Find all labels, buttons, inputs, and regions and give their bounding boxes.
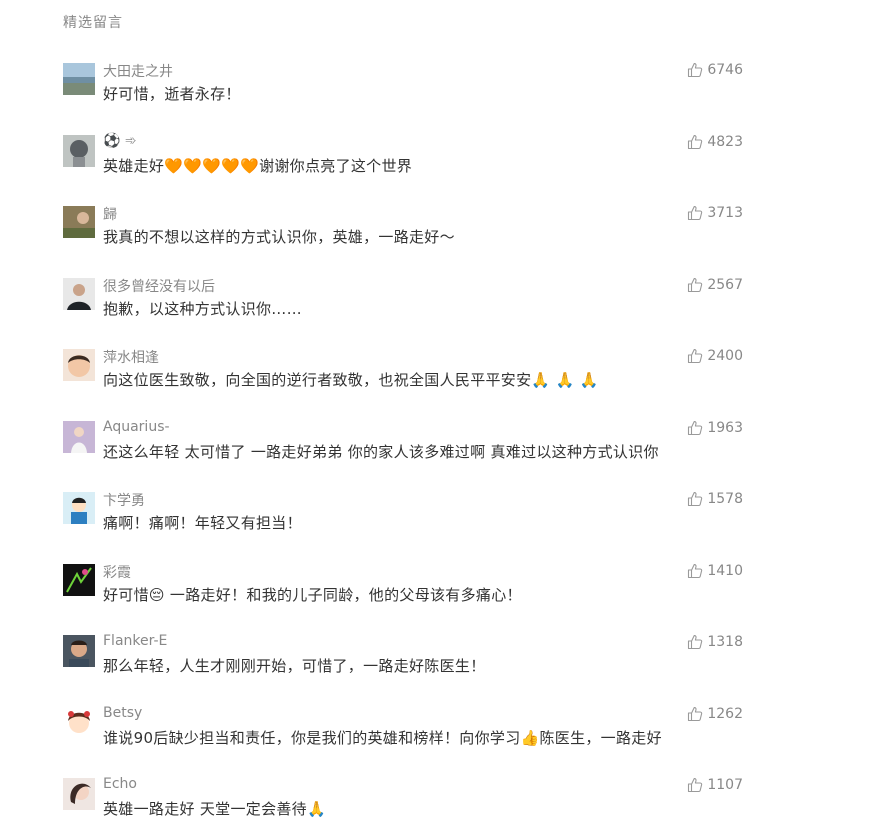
comment-item: 很多曾经没有以后 抱歉，以这种方式认识你…… 2567 xyxy=(63,276,743,336)
avatar[interactable] xyxy=(63,778,95,810)
comment-text: 那么年轻，人生才刚刚开始，可惜了，一路走好陈医生！ xyxy=(103,657,486,675)
like-count: 1963 xyxy=(707,420,743,436)
comment-text: 抱歉，以这种方式认识你…… xyxy=(103,300,302,318)
section-title: 精选留言 xyxy=(63,15,123,31)
avatar[interactable] xyxy=(63,206,95,238)
thumbs-up-icon xyxy=(687,491,703,507)
like-button[interactable]: 1578 xyxy=(687,490,743,508)
thumbs-up-icon xyxy=(687,348,703,364)
like-count: 1107 xyxy=(707,777,743,793)
like-button[interactable]: 6746 xyxy=(687,61,743,79)
like-button[interactable]: 1410 xyxy=(687,562,743,580)
comment-nickname[interactable]: 卞学勇 xyxy=(103,490,145,510)
avatar[interactable] xyxy=(63,278,95,310)
comment-text: 还这么年轻 太可惜了 一路走好弟弟 你的家人该多难过啊 真难过以这种方式认识你 xyxy=(103,443,659,461)
comment-nickname[interactable]: Betsy xyxy=(103,705,142,721)
comment-item: 歸 我真的不想以这样的方式认识你，英雄，一路走好～ 3713 xyxy=(63,204,743,264)
like-button[interactable]: 1262 xyxy=(687,705,743,723)
like-count: 4823 xyxy=(707,134,743,150)
like-count: 1410 xyxy=(707,563,743,579)
like-count: 2400 xyxy=(707,348,743,364)
like-button[interactable]: 1963 xyxy=(687,419,743,437)
like-button[interactable]: 1107 xyxy=(687,776,743,794)
comment-text: 痛啊！痛啊！年轻又有担当！ xyxy=(103,514,302,532)
comment-item: Flanker-E 那么年轻，人生才刚刚开始，可惜了，一路走好陈医生！ 1318 xyxy=(63,633,743,693)
thumbs-up-icon xyxy=(687,563,703,579)
thumbs-up-icon xyxy=(687,134,703,150)
comment-text: 谁说90后缺少担当和责任，你是我们的英雄和榜样！向你学习👍陈医生，一路走好 xyxy=(103,729,662,747)
avatar[interactable] xyxy=(63,564,95,596)
avatar[interactable] xyxy=(63,635,95,667)
comment-text: 好可惜，逝者永存！ xyxy=(103,85,241,103)
comment-nickname[interactable]: 萍水相逢 xyxy=(103,347,159,367)
comment-text: 英雄走好🧡🧡🧡🧡🧡谢谢你点亮了这个世界 xyxy=(103,157,413,175)
comment-text: 英雄一路走好 天堂一定会善待🙏 xyxy=(103,800,326,818)
like-count: 1262 xyxy=(707,706,743,722)
like-button[interactable]: 1318 xyxy=(687,633,743,651)
like-count: 2567 xyxy=(707,277,743,293)
comment-item: Betsy 谁说90后缺少担当和责任，你是我们的英雄和榜样！向你学习👍陈医生，一… xyxy=(63,705,743,765)
avatar[interactable] xyxy=(63,492,95,524)
comment-item: 彩霞 好可惜😔 一路走好！和我的儿子同龄，他的父母该有多痛心！ 1410 xyxy=(63,562,743,622)
thumbs-up-icon xyxy=(687,205,703,221)
comment-item: Aquarius- 还这么年轻 太可惜了 一路走好弟弟 你的家人该多难过啊 真难… xyxy=(63,419,743,479)
comment-item: Echo 英雄一路走好 天堂一定会善待🙏 1107 xyxy=(63,776,743,836)
comment-nickname[interactable]: 彩霞 xyxy=(103,562,131,582)
comment-nickname[interactable]: 歸 xyxy=(103,204,117,224)
avatar[interactable] xyxy=(63,707,95,739)
comment-text: 向这位医生致敬，向全国的逆行者致敬，也祝全国人民平平安安🙏 🙏 🙏 xyxy=(103,371,599,389)
comment-nickname[interactable]: ⚽ ➾ xyxy=(103,133,137,149)
thumbs-up-icon xyxy=(687,277,703,293)
comment-nickname[interactable]: Flanker-E xyxy=(103,633,167,649)
thumbs-up-icon xyxy=(687,420,703,436)
like-count: 6746 xyxy=(707,62,743,78)
comment-nickname[interactable]: 很多曾经没有以后 xyxy=(103,276,215,296)
comment-text: 我真的不想以这样的方式认识你，英雄，一路走好～ xyxy=(103,228,455,246)
comment-text: 好可惜😔 一路走好！和我的儿子同龄，他的父母该有多痛心！ xyxy=(103,586,522,604)
comment-nickname[interactable]: Aquarius- xyxy=(103,419,170,435)
thumbs-up-icon xyxy=(687,634,703,650)
like-button[interactable]: 2400 xyxy=(687,347,743,365)
avatar[interactable] xyxy=(63,63,95,95)
avatar[interactable] xyxy=(63,421,95,453)
comment-item: ⚽ ➾ 英雄走好🧡🧡🧡🧡🧡谢谢你点亮了这个世界 4823 xyxy=(63,133,743,193)
comment-nickname[interactable]: 大田走之井 xyxy=(103,61,173,81)
like-button[interactable]: 3713 xyxy=(687,204,743,222)
thumbs-up-icon xyxy=(687,777,703,793)
comment-item: 卞学勇 痛啊！痛啊！年轻又有担当！ 1578 xyxy=(63,490,743,550)
like-count: 1318 xyxy=(707,634,743,650)
avatar[interactable] xyxy=(63,135,95,167)
like-count: 3713 xyxy=(707,205,743,221)
like-button[interactable]: 4823 xyxy=(687,133,743,151)
thumbs-up-icon xyxy=(687,62,703,78)
avatar[interactable] xyxy=(63,349,95,381)
like-button[interactable]: 2567 xyxy=(687,276,743,294)
thumbs-up-icon xyxy=(687,706,703,722)
comment-item: 萍水相逢 向这位医生致敬，向全国的逆行者致敬，也祝全国人民平平安安🙏 🙏 🙏 2… xyxy=(63,347,743,407)
comment-item: 大田走之井 好可惜，逝者永存！ 6746 xyxy=(63,61,743,121)
comment-nickname[interactable]: Echo xyxy=(103,776,137,792)
like-count: 1578 xyxy=(707,491,743,507)
